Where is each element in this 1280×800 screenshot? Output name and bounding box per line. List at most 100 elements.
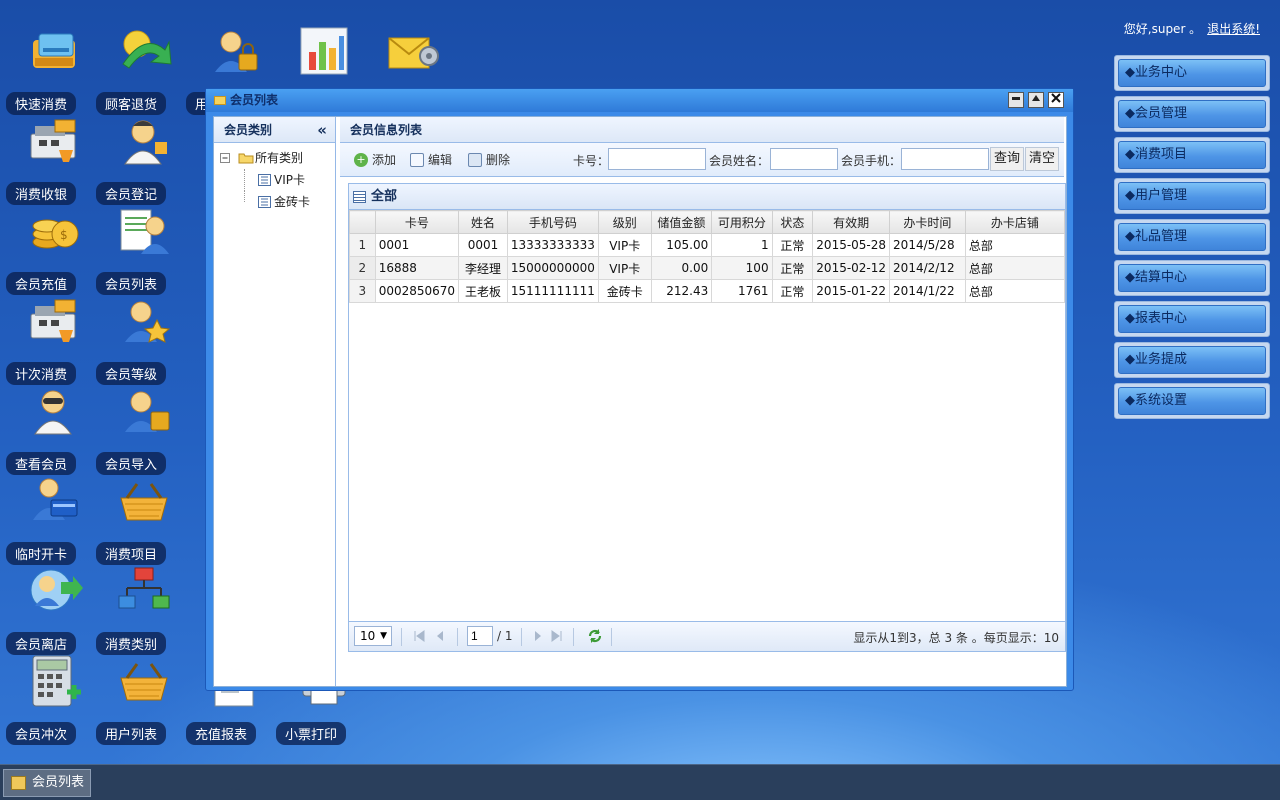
column-header[interactable]: 储值金额 bbox=[650, 210, 713, 234]
table-cell: 金砖卡 bbox=[597, 279, 652, 303]
desktop-icon-18[interactable]: 会员冲次 bbox=[0, 650, 90, 745]
tree-item-label: VIP卡 bbox=[274, 173, 305, 187]
collapse-toggle-icon[interactable] bbox=[220, 153, 230, 163]
table-cell: 1 bbox=[711, 233, 773, 257]
desktop-icon-7[interactable]: 会员登记 bbox=[90, 110, 180, 205]
right-menu-item-9[interactable]: ◆系统设置 bbox=[1114, 383, 1270, 419]
close-button[interactable] bbox=[1048, 92, 1064, 108]
name-input[interactable] bbox=[770, 148, 838, 170]
desktop-icon-15[interactable]: 消费项目 bbox=[90, 470, 180, 565]
table-cell: 2014/5/28 bbox=[889, 233, 966, 257]
window-titlebar[interactable]: 会员列表 bbox=[206, 89, 1073, 112]
column-header[interactable]: 可用积分 bbox=[711, 210, 773, 234]
right-menu-label: ◆会员管理 bbox=[1118, 100, 1266, 128]
tree-item-vip[interactable]: VIP卡 bbox=[218, 169, 331, 191]
desktop-icon-11[interactable]: 会员等级 bbox=[90, 290, 180, 385]
desktop-icon-10[interactable]: 计次消费 bbox=[0, 290, 90, 385]
table-cell: 正常 bbox=[771, 279, 814, 303]
column-header[interactable]: 状态 bbox=[771, 210, 814, 234]
right-menu-label: ◆用户管理 bbox=[1118, 182, 1266, 210]
table-cell: 正常 bbox=[771, 233, 814, 257]
right-menu-item-7[interactable]: ◆报表中心 bbox=[1114, 301, 1270, 337]
table-cell: 总部 bbox=[964, 256, 1066, 280]
taskbar-item[interactable]: 会员列表 bbox=[3, 769, 91, 797]
right-menu-item-5[interactable]: ◆礼品管理 bbox=[1114, 219, 1270, 255]
page-input[interactable] bbox=[467, 626, 493, 646]
table-cell: 正常 bbox=[771, 256, 814, 280]
right-menu-label: ◆报表中心 bbox=[1118, 305, 1266, 333]
window-title: 会员列表 bbox=[230, 93, 279, 107]
desktop-icon-label: 用户列表 bbox=[95, 722, 166, 745]
collapse-button[interactable]: « bbox=[317, 117, 327, 143]
table-row[interactable]: 1 0001 0001 13333333333 VIP卡 105.00 1 正常 2015-05… bbox=[349, 233, 1066, 257]
desktop-icon-17[interactable]: 消费类别 bbox=[90, 560, 180, 655]
phone-input[interactable] bbox=[901, 148, 989, 170]
refresh-icon[interactable] bbox=[587, 628, 603, 644]
desktop-icon-16[interactable]: 会员离店 bbox=[0, 560, 90, 655]
return-arrow-icon bbox=[122, 30, 172, 69]
user-lock-icon bbox=[215, 31, 258, 72]
last-page-icon[interactable] bbox=[551, 630, 563, 642]
table-cell: 2014/2/12 bbox=[889, 256, 966, 280]
desktop-icon-13[interactable]: 会员导入 bbox=[90, 380, 180, 475]
list-icon bbox=[258, 174, 271, 186]
card-input[interactable] bbox=[608, 148, 706, 170]
right-menu-item-3[interactable]: ◆消费项目 bbox=[1114, 137, 1270, 173]
desktop-icon-label: 会员冲次 bbox=[5, 722, 76, 745]
desktop-icon-8[interactable]: $ 会员充值 bbox=[0, 200, 90, 295]
right-menu-label: ◆结算中心 bbox=[1118, 264, 1266, 292]
page-size-select[interactable]: 10 ▼ bbox=[354, 626, 392, 646]
delete-button[interactable]: 删除 bbox=[468, 151, 510, 169]
org-tree-icon bbox=[118, 567, 170, 609]
tree-item-label: 金砖卡 bbox=[274, 195, 311, 209]
table-cell: 13333333333 bbox=[506, 233, 599, 257]
pager: 10▼ / 1 显示从1到3，总 3 条 。每页显示：10 bbox=[349, 621, 1065, 651]
desktop-icon-label: 小票打印 bbox=[275, 722, 346, 745]
user-level-icon bbox=[125, 301, 171, 343]
column-header[interactable]: 有效期 bbox=[812, 210, 891, 234]
column-header[interactable]: 姓名 bbox=[458, 210, 508, 234]
first-page-icon[interactable] bbox=[413, 630, 425, 642]
query-button[interactable]: 查询 bbox=[990, 147, 1025, 171]
right-menu-item-1[interactable]: ◆业务中心 bbox=[1114, 55, 1270, 91]
right-menu-label: ◆礼品管理 bbox=[1118, 223, 1266, 251]
add-button[interactable]: + 添加 bbox=[354, 151, 396, 169]
maximize-icon bbox=[1032, 95, 1040, 101]
bar-chart-icon bbox=[300, 27, 348, 75]
table-row[interactable]: 2 16888 李经理 15000000000 VIP卡 0.00 100 正常 2015-02… bbox=[349, 256, 1066, 280]
column-header[interactable]: 手机号码 bbox=[506, 210, 599, 234]
edit-button[interactable]: 编辑 bbox=[410, 151, 452, 169]
logout-link[interactable]: 退出系统! bbox=[1207, 22, 1260, 36]
desktop-icon-6[interactable]: 消费收银 bbox=[0, 110, 90, 205]
column-header[interactable]: 卡号 bbox=[374, 210, 460, 234]
right-menu-item-6[interactable]: ◆结算中心 bbox=[1114, 260, 1270, 296]
column-header[interactable]: 级别 bbox=[597, 210, 652, 234]
desktop-icon-1[interactable]: 快速消费 bbox=[0, 20, 90, 115]
desktop-icon-2[interactable]: 顾客退货 bbox=[90, 20, 180, 115]
column-header[interactable]: 办卡时间 bbox=[889, 210, 966, 234]
user-add-icon bbox=[124, 120, 167, 165]
desktop-icon-14[interactable]: 临时开卡 bbox=[0, 470, 90, 565]
column-header[interactable]: 办卡店铺 bbox=[964, 210, 1066, 234]
desktop-icon-9[interactable]: 会员列表 bbox=[90, 200, 180, 295]
right-menu-item-8[interactable]: ◆业务提成 bbox=[1114, 342, 1270, 378]
next-page-icon[interactable] bbox=[533, 630, 543, 642]
maximize-button[interactable] bbox=[1028, 92, 1044, 108]
desktop-icon-19[interactable]: 用户列表 bbox=[90, 650, 180, 745]
table-cell: 2015-05-28 bbox=[812, 233, 891, 257]
table-row[interactable]: 3 0002850670 王老板 15111111111 金砖卡 212.43 1761 正常… bbox=[349, 279, 1066, 303]
grid-list-icon bbox=[353, 191, 366, 203]
coins-icon: $ bbox=[32, 219, 79, 249]
svg-text:$: $ bbox=[60, 228, 68, 242]
prev-page-icon[interactable] bbox=[435, 630, 445, 642]
desktop-icon-12[interactable]: 查看会员 bbox=[0, 380, 90, 475]
window-body: 会员类别 « 所有类别 VIP卡 金砖卡 会员信息列表 + 添加 编辑 删除 卡号：… bbox=[213, 116, 1067, 687]
minimize-button[interactable] bbox=[1008, 92, 1024, 108]
clear-button[interactable]: 清空 bbox=[1025, 147, 1060, 171]
right-menu-item-4[interactable]: ◆用户管理 bbox=[1114, 178, 1270, 214]
right-menu-item-2[interactable]: ◆会员管理 bbox=[1114, 96, 1270, 132]
member-panel-title: 会员信息列表 bbox=[350, 123, 423, 137]
tree-item-gold[interactable]: 金砖卡 bbox=[218, 191, 331, 213]
tree-root[interactable]: 所有类别 bbox=[218, 147, 331, 169]
table-cell: 105.00 bbox=[650, 233, 713, 257]
